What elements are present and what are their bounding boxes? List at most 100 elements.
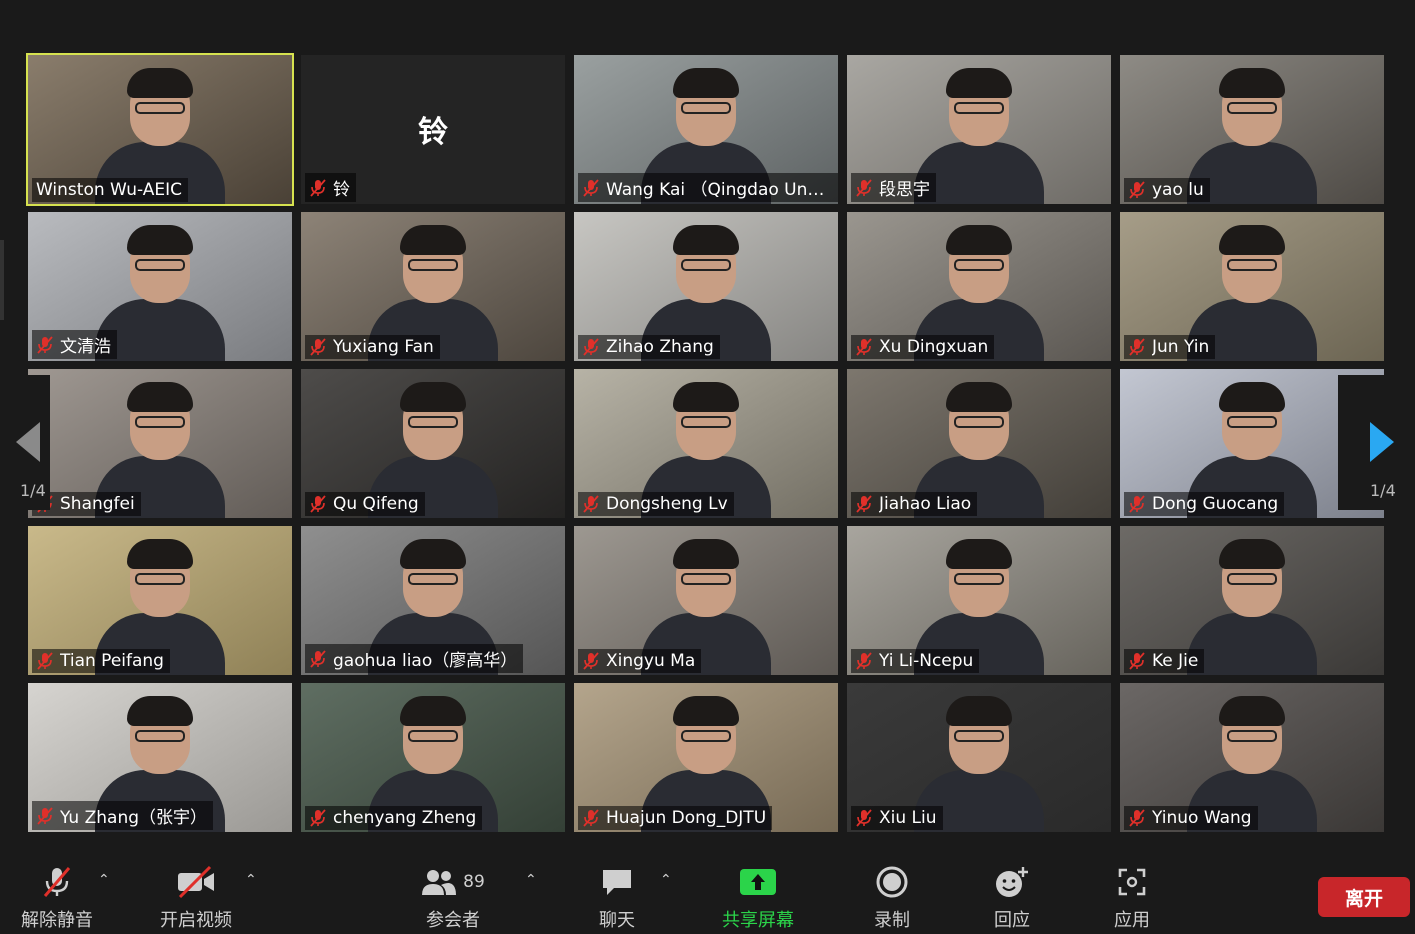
- participant-nameplate: Dongsheng Lv: [578, 492, 734, 516]
- participant-glasses: [1227, 416, 1277, 428]
- participant-tile[interactable]: Yu Zhang（张宇）: [28, 683, 292, 832]
- microphone-muted-icon: [1129, 181, 1145, 199]
- participant-name: chenyang Zheng: [333, 808, 477, 828]
- participant-glasses: [408, 730, 458, 742]
- participant-tile[interactable]: Winston Wu-AEIC: [26, 53, 294, 206]
- participant-hair: [1219, 225, 1285, 255]
- participant-hair: [1219, 539, 1285, 569]
- record-button[interactable]: 录制: [837, 864, 947, 932]
- participant-glasses: [954, 573, 1004, 585]
- participant-nameplate: 铃: [305, 173, 356, 202]
- participant-nameplate: Tian Peifang: [32, 649, 170, 673]
- microphone-muted-icon: [583, 809, 599, 827]
- audio-options-caret[interactable]: ⌃: [98, 872, 114, 888]
- participant-nameplate: Yinuo Wang: [1124, 806, 1258, 830]
- microphone-muted-icon: [583, 178, 599, 197]
- participant-nameplate: Huajun Dong_DJTU: [578, 806, 773, 830]
- participants-button[interactable]: 89 参会者: [398, 864, 508, 932]
- microphone-muted-icon: [1129, 338, 1145, 356]
- participant-tile[interactable]: Shangfei: [28, 369, 292, 518]
- participant-nameplate: yao lu: [1124, 178, 1210, 202]
- participant-tile[interactable]: yao lu: [1120, 55, 1384, 204]
- participant-glasses: [408, 259, 458, 271]
- microphone-muted-icon: [583, 495, 599, 513]
- microphone-muted-icon: [856, 178, 872, 197]
- participant-tile[interactable]: Jiahao Liao: [847, 369, 1111, 518]
- participant-tile[interactable]: Xu Dingxuan: [847, 212, 1111, 361]
- participant-glasses: [1227, 573, 1277, 585]
- participant-nameplate: 段思宇: [851, 173, 936, 202]
- participant-name: Jun Yin: [1152, 337, 1210, 357]
- participant-hair: [673, 696, 739, 726]
- participant-tile[interactable]: 段思宇: [847, 55, 1111, 204]
- participant-tile[interactable]: Yuxiang Fan: [301, 212, 565, 361]
- microphone-muted-icon: [310, 649, 326, 668]
- video-options-caret[interactable]: ⌃: [245, 872, 261, 888]
- participant-tile[interactable]: Tian Peifang: [28, 526, 292, 675]
- participant-name: Xiu Liu: [879, 808, 937, 828]
- apps-icon: [1118, 868, 1146, 896]
- participant-name: Dongsheng Lv: [606, 494, 728, 514]
- leave-meeting-button[interactable]: 离开: [1318, 877, 1410, 917]
- microphone-muted-icon: [1129, 495, 1145, 513]
- microphone-muted-icon: [37, 652, 53, 670]
- participant-tile[interactable]: Huajun Dong_DJTU: [574, 683, 838, 832]
- participant-tile[interactable]: 铃铃: [301, 55, 565, 204]
- participant-tile[interactable]: Xingyu Ma: [574, 526, 838, 675]
- participants-options-caret[interactable]: ⌃: [525, 872, 541, 888]
- participant-nameplate: Yi Li-Ncepu: [851, 649, 980, 673]
- participant-glasses: [681, 102, 731, 114]
- previous-page-button[interactable]: 1/4: [0, 375, 50, 510]
- participant-tile[interactable]: gaohua liao（廖高华）: [301, 526, 565, 675]
- participant-glasses: [1227, 102, 1277, 114]
- participant-tile[interactable]: chenyang Zheng: [301, 683, 565, 832]
- participant-tile[interactable]: Dongsheng Lv: [574, 369, 838, 518]
- participant-name: Shangfei: [60, 494, 135, 514]
- participant-name: Yu Zhang（张宇）: [60, 808, 208, 828]
- participant-hair: [400, 696, 466, 726]
- participant-tile[interactable]: Zihao Zhang: [574, 212, 838, 361]
- participant-name: Dong Guocang: [1152, 494, 1279, 514]
- chat-label: 聊天: [599, 910, 635, 931]
- record-icon: [876, 866, 908, 898]
- participant-tile[interactable]: Yi Li-Ncepu: [847, 526, 1111, 675]
- participant-nameplate: Xu Dingxuan: [851, 335, 995, 359]
- microphone-muted-icon: [583, 652, 599, 670]
- participant-name: Xu Dingxuan: [879, 337, 989, 357]
- apps-button[interactable]: 应用: [1077, 864, 1187, 932]
- participant-name: yao lu: [1152, 180, 1204, 200]
- share-screen-label: 共享屏幕: [722, 910, 794, 931]
- participant-hair: [946, 539, 1012, 569]
- start-video-button[interactable]: 开启视频: [141, 864, 251, 932]
- participant-nameplate: Zihao Zhang: [578, 335, 720, 359]
- participant-glasses: [681, 259, 731, 271]
- participant-name: Jiahao Liao: [879, 494, 972, 514]
- participant-tile[interactable]: Qu Qifeng: [301, 369, 565, 518]
- participant-hair: [1219, 68, 1285, 98]
- participant-tile[interactable]: Ke Jie: [1120, 526, 1384, 675]
- participant-tile[interactable]: Yinuo Wang: [1120, 683, 1384, 832]
- chat-options-caret[interactable]: ⌃: [660, 872, 676, 888]
- participant-name: Yuxiang Fan: [333, 337, 434, 357]
- unmute-button[interactable]: 解除静音: [2, 864, 112, 932]
- participant-tile[interactable]: Xiu Liu: [847, 683, 1111, 832]
- next-page-button[interactable]: 1/4: [1338, 375, 1396, 510]
- reactions-button[interactable]: 回应: [957, 864, 1067, 932]
- participant-glasses: [408, 416, 458, 428]
- chat-button[interactable]: 聊天: [562, 864, 672, 932]
- share-screen-button[interactable]: 共享屏幕: [703, 864, 813, 932]
- participant-tile[interactable]: Wang Kai （Qingdao Unv...: [574, 55, 838, 204]
- page-indicator-right: 1/4: [1370, 481, 1396, 500]
- participant-tile[interactable]: 文清浩: [28, 212, 292, 361]
- microphone-muted-icon: [856, 809, 872, 827]
- participant-hair: [127, 225, 193, 255]
- emoji-add-icon: [996, 867, 1028, 897]
- participant-glasses: [954, 259, 1004, 271]
- participant-hair: [673, 539, 739, 569]
- microphone-muted-icon: [856, 652, 872, 670]
- participant-name: Qu Qifeng: [333, 494, 419, 514]
- participant-tile[interactable]: Jun Yin: [1120, 212, 1384, 361]
- participant-hair: [127, 68, 193, 98]
- chevron-right-icon: [1370, 422, 1394, 462]
- side-panel-handle[interactable]: [0, 240, 4, 320]
